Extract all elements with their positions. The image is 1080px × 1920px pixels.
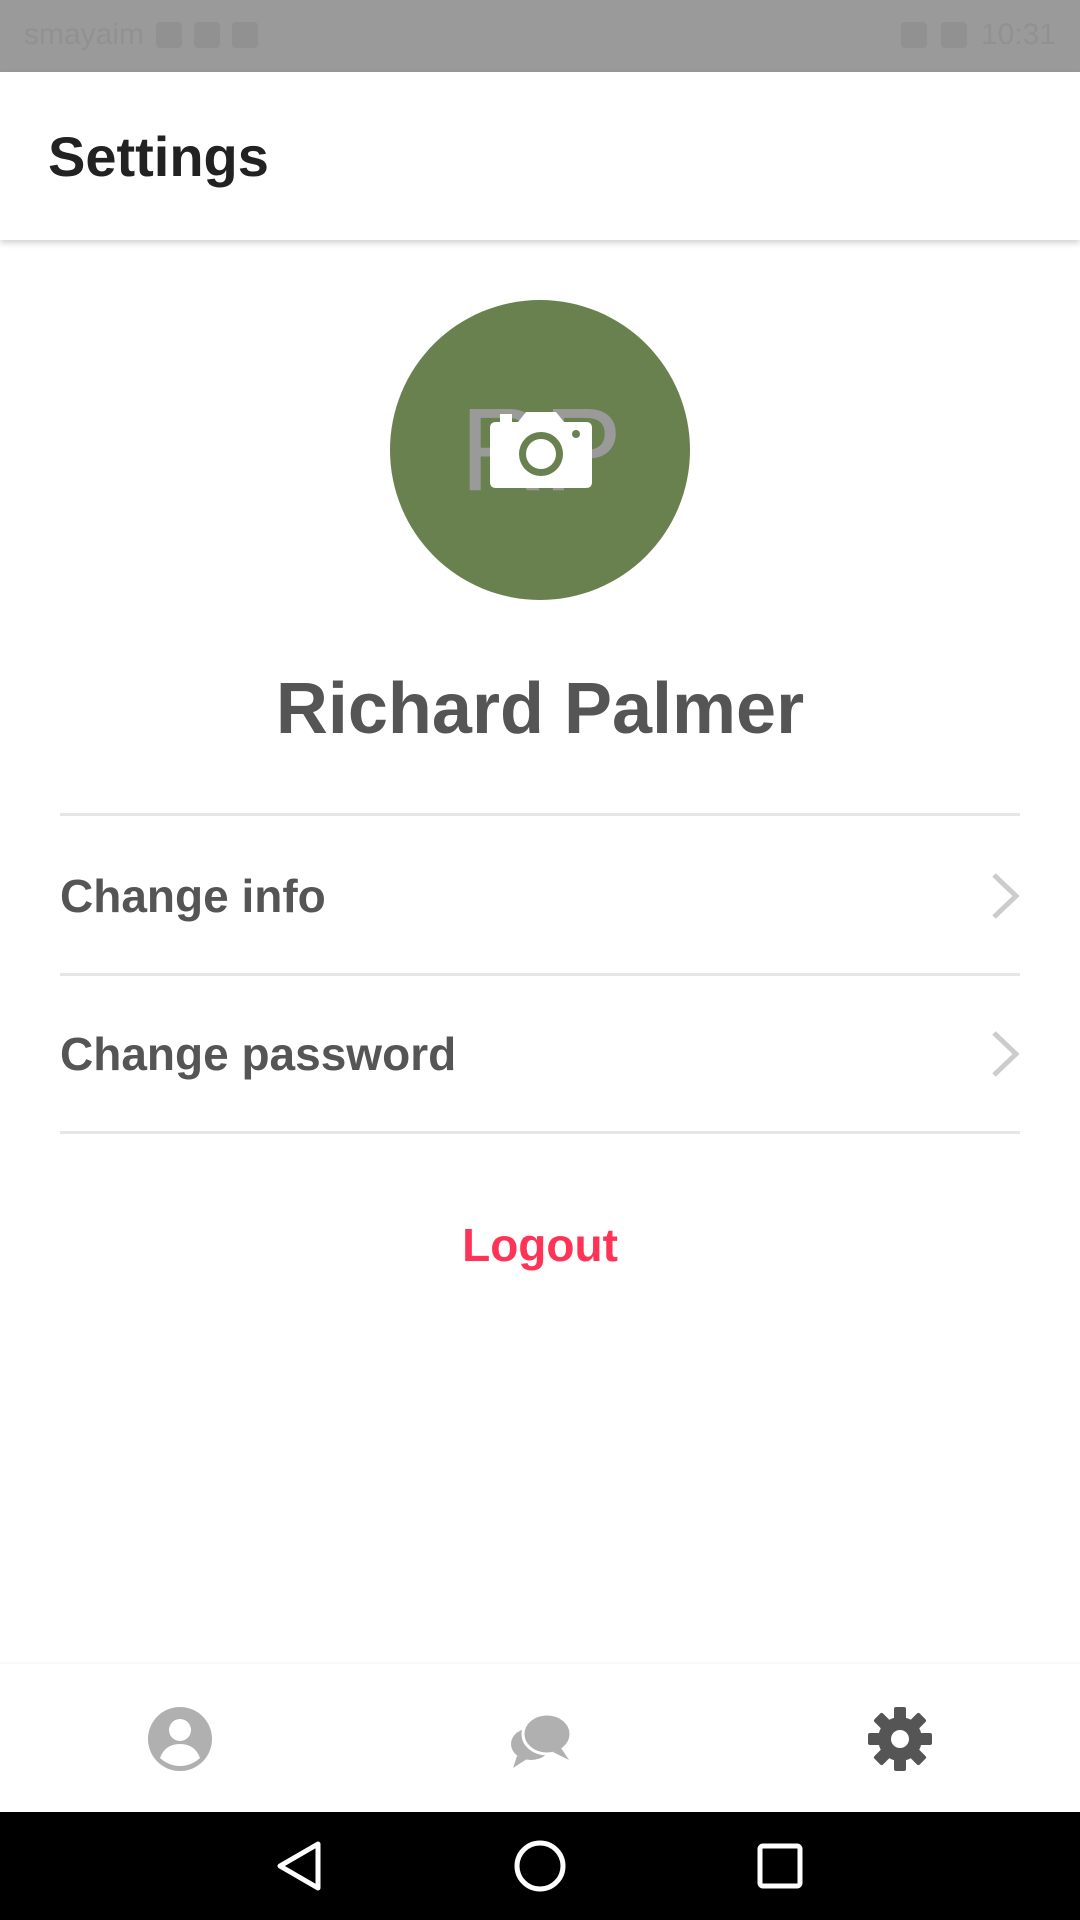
logout-button[interactable]: Logout <box>390 1210 690 1280</box>
profile-icon <box>148 1707 212 1771</box>
status-time: 10:31 <box>980 18 1056 51</box>
settings-gear-icon <box>868 1707 932 1771</box>
notification-icon <box>232 22 259 48</box>
divider <box>60 813 1020 816</box>
change-info-item[interactable]: Change info <box>60 818 1020 973</box>
menu-item-label: Change info <box>60 869 326 922</box>
camera-icon <box>490 412 592 488</box>
tab-chat[interactable] <box>465 1664 615 1812</box>
wifi-icon <box>900 22 927 48</box>
recents-icon[interactable] <box>750 1836 810 1896</box>
user-name: Richard Palmer <box>275 669 805 749</box>
notification-icon <box>194 22 221 48</box>
battery-icon <box>940 22 967 48</box>
home-icon[interactable] <box>510 1836 570 1896</box>
status-right: 10:31 <box>900 18 1056 52</box>
chat-icon <box>511 1712 573 1768</box>
tab-profile[interactable] <box>105 1664 255 1812</box>
back-icon[interactable] <box>270 1836 330 1896</box>
change-password-item[interactable]: Change password <box>60 976 1020 1131</box>
app-header: Settings <box>0 72 1080 240</box>
settings-screen: smayaim 10:31 Settings RP Richard Palmer… <box>0 0 1080 1920</box>
tab-settings[interactable] <box>825 1664 975 1812</box>
notification-icon <box>156 22 183 48</box>
page-title: Settings <box>48 125 269 188</box>
status-bar: smayaim 10:31 <box>0 0 1080 72</box>
menu-item-label: Change password <box>60 1027 457 1080</box>
system-nav-bar <box>0 1812 1080 1920</box>
bottom-tab-bar <box>0 1664 1080 1812</box>
chevron-right-icon <box>992 1030 1020 1077</box>
divider <box>60 1131 1020 1134</box>
chevron-right-icon <box>992 872 1020 919</box>
status-left: smayaim <box>24 18 259 52</box>
carrier-text: smayaim <box>24 18 145 51</box>
avatar[interactable]: RP <box>390 300 690 600</box>
